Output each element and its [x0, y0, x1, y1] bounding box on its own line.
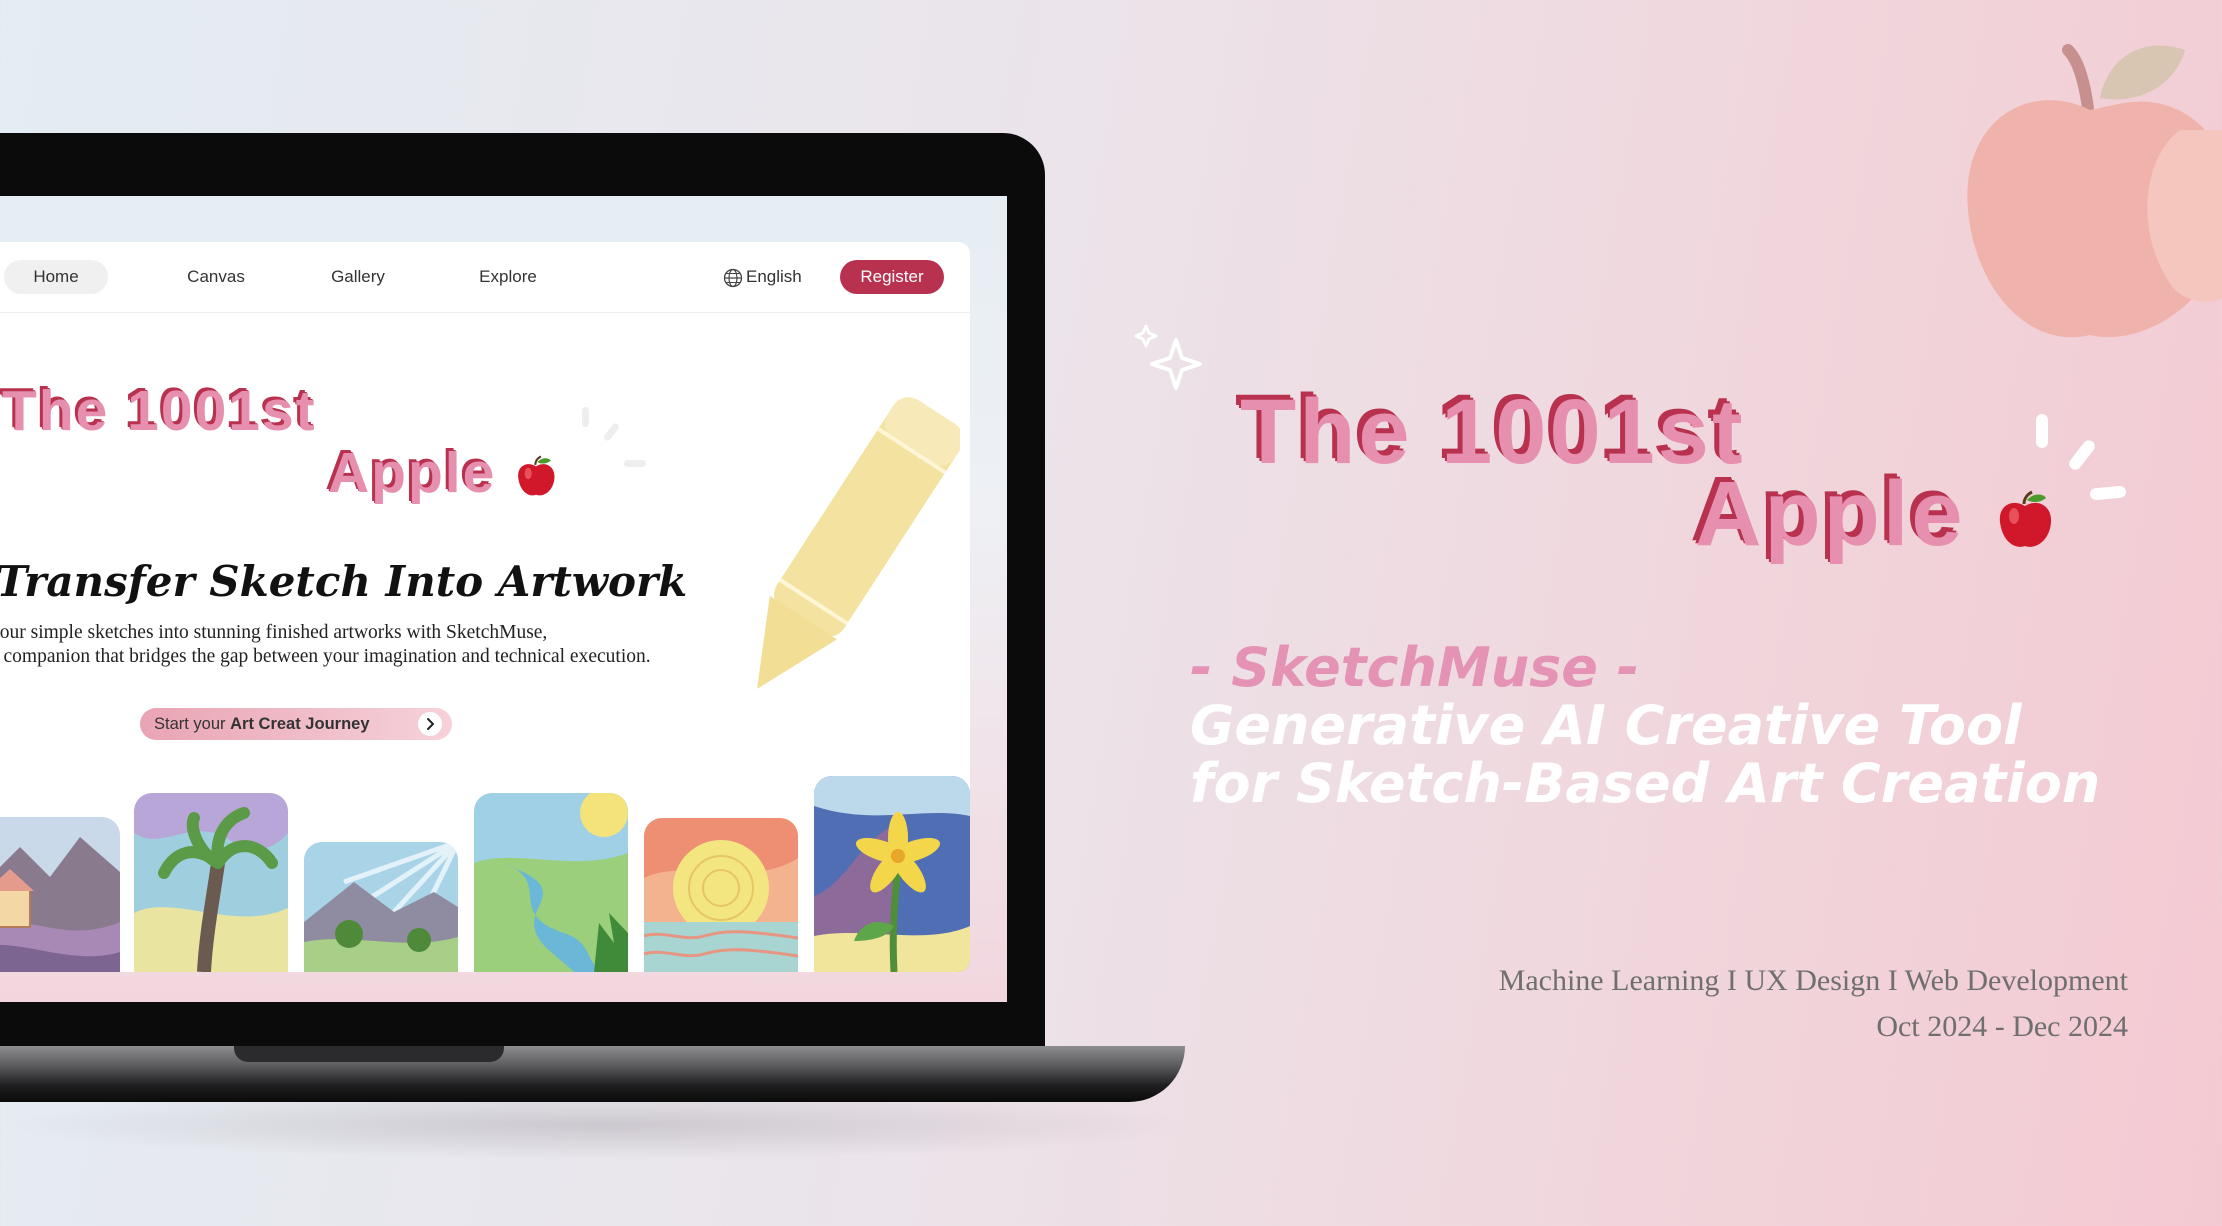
- language-selector[interactable]: English: [723, 260, 802, 294]
- gallery-card-house-hills[interactable]: [0, 817, 120, 972]
- nav-canvas[interactable]: Canvas: [176, 260, 256, 294]
- gallery-card-mountain-sunrays[interactable]: [304, 842, 458, 972]
- laptop-screen: Home Canvas Gallery Explore English Regi…: [0, 196, 1007, 1002]
- deco-dash: [582, 407, 589, 427]
- laptop-notch: [234, 1046, 504, 1062]
- website: Home Canvas Gallery Explore English Regi…: [0, 242, 970, 972]
- poster-dates: Oct 2024 - Dec 2024: [1876, 1010, 2128, 1043]
- nav-bar: Home Canvas Gallery Explore English Regi…: [0, 242, 970, 313]
- start-journey-label: Start your Art Creat Journey: [154, 708, 370, 740]
- globe-icon: [723, 268, 743, 287]
- language-label: English: [746, 267, 802, 286]
- gallery-card-river-landscape[interactable]: [474, 793, 628, 972]
- nav-explore[interactable]: Explore: [468, 260, 548, 294]
- deco-dash: [2036, 414, 2048, 448]
- poster-title-line2: Apple: [1695, 462, 2056, 567]
- cta-prefix: Start your: [154, 715, 231, 733]
- nav-gallery[interactable]: Gallery: [318, 260, 398, 294]
- cta-bold: Art Creat Journey: [230, 715, 370, 733]
- poster-subtitle-line2: Generative AI Creative Tool: [1190, 694, 2022, 757]
- poster-subtitle-line3: for Sketch-Based Art Creation: [1190, 752, 2101, 815]
- sparkle-icon: [1134, 324, 1202, 390]
- hero-description-line1: your simple sketches into stunning finis…: [0, 622, 548, 643]
- gallery-card-sun-sea[interactable]: [644, 818, 798, 972]
- poster-subtitle-brand: - SketchMuse -: [1190, 636, 1640, 699]
- nav-home[interactable]: Home: [4, 260, 108, 294]
- gallery-card-palm-tree[interactable]: [134, 793, 288, 972]
- apple-icon: [518, 455, 555, 496]
- poster-title-line1: The 1001st: [1240, 381, 1746, 483]
- hero-description-line2: e companion that bridges the gap between…: [0, 646, 651, 667]
- start-journey-button[interactable]: Start your Art Creat Journey: [140, 708, 452, 740]
- gallery-card-yellow-flower[interactable]: [814, 776, 970, 972]
- poster-tags: Machine Learning I UX Design I Web Devel…: [1498, 964, 2128, 997]
- apple-icon: [1999, 490, 2052, 547]
- poster-title-apple-text: Apple: [1695, 463, 1966, 565]
- deco-dash: [624, 460, 646, 467]
- deco-dash: [602, 421, 621, 443]
- site-title-apple-text: Apple: [328, 441, 497, 505]
- deco-dash: [2066, 437, 2098, 473]
- site-title-line1: The 1001st: [2, 379, 317, 443]
- chevron-right-icon: [418, 712, 442, 736]
- pencil-illustration: [757, 397, 960, 689]
- laptop-base: [0, 1046, 1185, 1102]
- register-button[interactable]: Register: [840, 260, 944, 294]
- hero-headline: Transfer Sketch Into Artwork: [0, 557, 688, 606]
- site-title-line2: Apple: [328, 440, 558, 506]
- deco-dash: [2089, 485, 2127, 501]
- apple-illustration: [1967, 44, 2222, 338]
